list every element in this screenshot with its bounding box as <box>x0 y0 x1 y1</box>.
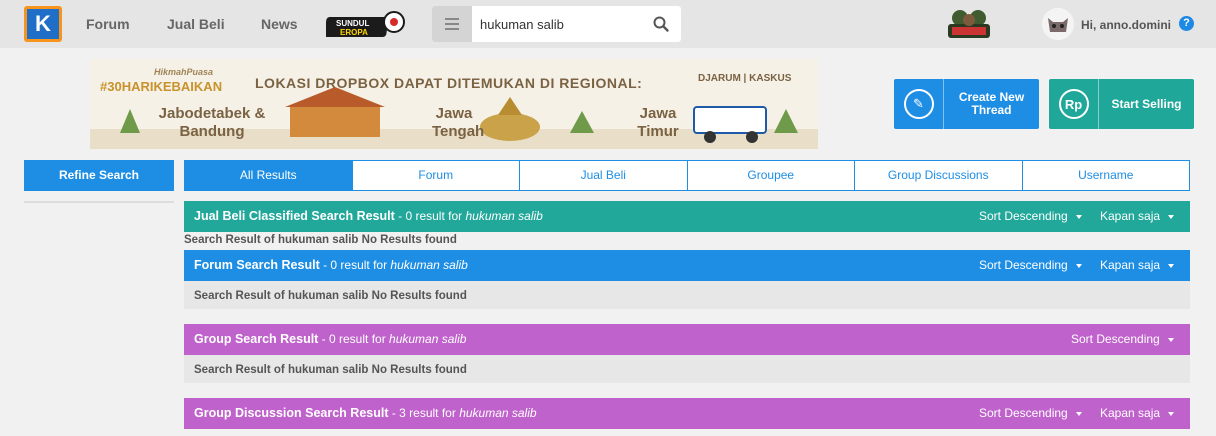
tab-all-results[interactable]: All Results <box>185 161 352 190</box>
section-count: - 0 result for <box>318 332 390 346</box>
section-title-text: Group Discussion Search Result <box>194 406 389 420</box>
search-icon[interactable] <box>652 15 670 33</box>
section-title-text: Forum Search Result <box>194 258 320 272</box>
user-greeting[interactable]: Hi, anno.domini <box>1081 18 1171 32</box>
help-icon[interactable]: ? <box>1179 16 1194 31</box>
time-dropdown[interactable]: Kapan saja <box>1100 258 1175 272</box>
tab-forum[interactable]: Forum <box>351 161 520 190</box>
search-input[interactable] <box>480 14 640 34</box>
sort-label: Sort Descending <box>979 258 1068 272</box>
tab-group-discussions[interactable]: Group Discussions <box>854 161 1022 190</box>
create-thread-label: Create New Thread <box>958 90 1025 117</box>
sort-dropdown[interactable]: Sort Descending <box>979 258 1082 272</box>
rupiah-icon: Rp <box>1049 79 1099 129</box>
banner-headline: LOKASI DROPBOX DAPAT DITEMUKAN DI REGION… <box>255 75 643 91</box>
group-discussion-result-header: Group Discussion Search Result - 3 resul… <box>184 398 1190 429</box>
section-query: hukuman salib <box>389 332 467 346</box>
chevron-down-icon <box>1075 411 1082 416</box>
jual-beli-no-results: Search Result of hukuman salib No Result… <box>184 234 457 246</box>
refine-divider <box>24 201 174 203</box>
tab-groupee[interactable]: Groupee <box>686 161 855 190</box>
section-title: Jual Beli Classified Search Result - 0 r… <box>194 209 543 223</box>
section-query: hukuman salib <box>390 258 468 272</box>
sort-label: Sort Descending <box>1071 332 1160 346</box>
time-label: Kapan saja <box>1100 209 1161 223</box>
start-selling-button[interactable]: Rp Start Selling <box>1049 79 1194 129</box>
banner-region-jabodetabek: Jabodetabek & Bandung <box>158 105 266 140</box>
banner-region-jatim: Jawa Timur <box>637 105 679 140</box>
nav-forum[interactable]: Forum <box>86 16 130 32</box>
banner-region-jateng: Jawa Tengah <box>432 105 485 140</box>
sort-dropdown[interactable]: Sort Descending <box>979 406 1082 420</box>
time-dropdown[interactable]: Kapan saja <box>1100 406 1175 420</box>
chevron-down-icon <box>1075 263 1082 268</box>
chevron-down-icon <box>1168 214 1175 219</box>
refine-search-button[interactable]: Refine Search <box>24 160 174 191</box>
start-selling-label: Start Selling <box>1111 96 1182 111</box>
time-dropdown[interactable]: Kapan saja <box>1100 209 1175 223</box>
chevron-down-icon <box>1168 263 1175 268</box>
sort-dropdown[interactable]: Sort Descending <box>979 209 1082 223</box>
banner-hashtag: #30HARIKEBAIKAN <box>100 79 223 94</box>
kaskus-logo-icon[interactable]: K <box>24 6 62 42</box>
group-no-results: Search Result of hukuman salib No Result… <box>184 355 1190 383</box>
no-results-text: Search Result of hukuman salib No Result… <box>194 290 467 302</box>
pencil-icon: ✎ <box>894 79 944 129</box>
tab-username[interactable]: Username <box>1021 161 1190 190</box>
sort-label: Sort Descending <box>979 406 1068 420</box>
section-query: hukuman salib <box>465 209 543 223</box>
sundul-eropa-logo[interactable]: SUNDUL EROPA <box>326 8 408 40</box>
nav-news[interactable]: News <box>261 16 298 32</box>
promo-banner[interactable]: HikmahPuasa #30HARIKEBAIKAN LOKASI DROPB… <box>90 59 818 149</box>
avatar[interactable] <box>1042 8 1074 40</box>
sort-label: Sort Descending <box>979 209 1068 223</box>
banner-sponsor: DJARUM | KASKUS <box>698 73 792 84</box>
section-title-text: Jual Beli Classified Search Result <box>194 209 395 223</box>
tab-jual-beli[interactable]: Jual Beli <box>519 161 687 190</box>
time-label: Kapan saja <box>1100 406 1161 420</box>
create-thread-button[interactable]: ✎ Create New Thread <box>894 79 1039 129</box>
avatar-cat-icon <box>1042 8 1074 40</box>
section-query: hukuman salib <box>459 406 537 420</box>
section-count: - 3 result for <box>388 406 460 420</box>
jual-beli-result-header: Jual Beli Classified Search Result - 0 r… <box>184 201 1190 232</box>
section-count: - 0 result for <box>319 258 391 272</box>
no-results-text: Search Result of hukuman salib No Result… <box>194 364 467 376</box>
result-tabs: All Results Forum Jual Beli Groupee Grou… <box>184 160 1190 191</box>
search-bar <box>432 6 681 42</box>
sort-dropdown[interactable]: Sort Descending <box>1071 332 1174 346</box>
chevron-down-icon <box>1168 411 1175 416</box>
promo-logo-line1: SUNDUL <box>336 19 369 28</box>
time-label: Kapan saja <box>1100 258 1161 272</box>
forum-no-results: Search Result of hukuman salib No Result… <box>184 281 1190 309</box>
nav-jual-beli[interactable]: Jual Beli <box>167 16 225 32</box>
group-result-header: Group Search Result - 0 result for hukum… <box>184 324 1190 355</box>
event-badge-icon[interactable] <box>946 6 992 42</box>
section-count: - 0 result for <box>394 209 466 223</box>
chevron-down-icon <box>1075 214 1082 219</box>
chevron-down-icon <box>1167 337 1174 342</box>
section-title: Group Discussion Search Result - 3 resul… <box>194 406 537 420</box>
promo-logo-line2: EROPA <box>340 28 368 37</box>
section-title: Forum Search Result - 0 result for hukum… <box>194 258 468 272</box>
menu-hamburger-icon[interactable] <box>432 6 472 42</box>
top-navbar: K Forum Jual Beli News SUNDUL EROPA Hi, … <box>0 0 1216 48</box>
forum-result-header: Forum Search Result - 0 result for hukum… <box>184 250 1190 281</box>
banner-hikmah: HikmahPuasa <box>154 67 214 77</box>
section-title-text: Group Search Result <box>194 332 319 346</box>
section-title: Group Search Result - 0 result for hukum… <box>194 332 466 346</box>
